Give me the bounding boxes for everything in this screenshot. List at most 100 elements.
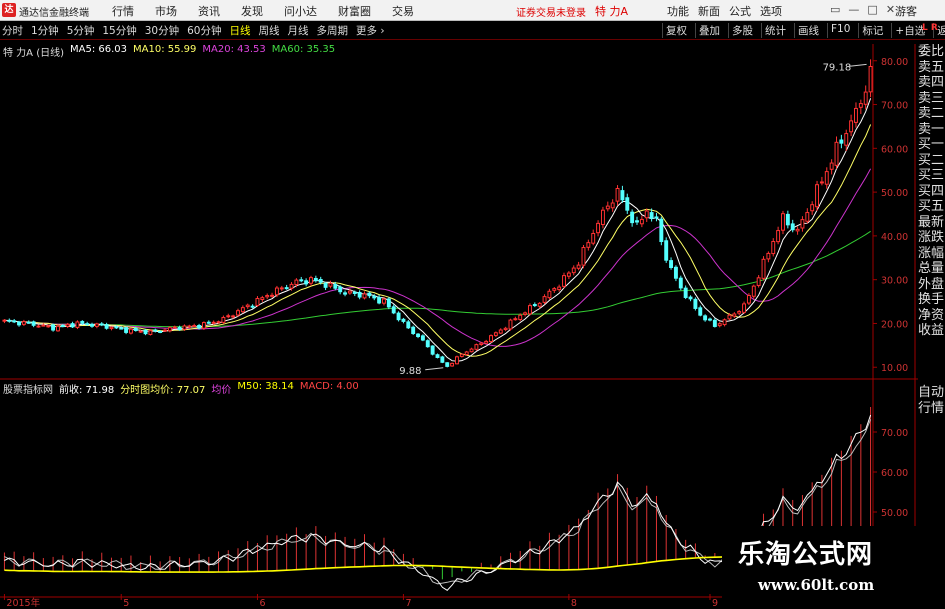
candle-body-83 [406,321,411,329]
candle-body-81 [396,312,401,321]
candle-body-65 [318,279,323,283]
candle-body-118 [576,264,581,269]
candle-body-69 [338,286,343,293]
annotation-arrow-1 [425,367,444,371]
candle-body-125 [610,202,615,209]
candle-body-59 [289,283,294,289]
candle-body-175 [854,107,858,123]
main-info-item-0: 特 力A (日线) [3,48,65,59]
candle-body-88 [430,345,435,355]
candle-body-100 [489,335,493,343]
candle-body-173 [844,133,849,146]
candle-body-26 [128,328,133,334]
candle-body-143 [698,307,703,316]
candle-body-17 [85,323,90,326]
candle-body-108 [527,305,532,315]
y-tick-label-3: 40.00 [881,232,908,243]
candle-body-162 [790,223,795,231]
candle-body-113 [552,288,557,291]
x-tick-label-4: 8 [571,598,577,609]
x-tick-label-0: 2015年 [6,597,40,609]
side-panel-item-3[interactable]: 卖三 [918,91,945,107]
candle-body-79 [386,298,391,308]
side-panel-item-17[interactable]: 净资 [918,308,945,324]
candle-body-126 [615,188,620,202]
candle-body-117 [571,267,576,274]
side-panel2-item-0[interactable]: 自动 [918,385,945,401]
candle-body-96 [469,348,474,353]
side-panel-item-7[interactable]: 买二 [918,153,945,169]
candle-body-0 [2,319,7,322]
sub-info-item-1: 前收: 71.98 [59,385,115,396]
candle-body-136 [664,240,669,261]
candle-body-77 [377,296,382,304]
candle-body-54 [265,295,270,298]
candle-body-112 [547,290,552,299]
candle-body-48 [236,310,240,316]
candle-body-31 [153,329,158,332]
y-tick-label-4: 50.00 [881,188,908,199]
candle-body-39 [192,325,197,328]
candle-body-84 [411,326,416,335]
candle-body-174 [849,120,854,133]
candle-body-131 [639,218,644,225]
side-panel-item-11[interactable]: 最新 [918,215,945,231]
candle-body-63 [309,277,313,284]
side-panel-item-18[interactable]: 收益 [918,323,945,339]
y-tick-label-7: 80.00 [881,57,908,68]
candle-body-153 [746,294,751,304]
candle-body-145 [708,318,712,321]
candle-body-135 [659,218,664,243]
side-panel-item-10[interactable]: 买五 [918,199,945,215]
side-panel-item-8[interactable]: 买三 [918,168,945,184]
candle-body-129 [630,211,635,224]
candle-body-177 [863,91,868,105]
side-panel-item-6[interactable]: 买一 [918,137,945,153]
candle-body-55 [270,294,275,297]
side-panel-item-0[interactable]: 委比 [918,44,945,60]
candle-body-147 [717,323,722,327]
candle-body-127 [620,190,625,201]
candle-body-75 [367,292,372,297]
candle-body-76 [372,295,377,299]
candle-body-158 [771,241,776,255]
candle-body-97 [474,344,479,350]
candle-body-86 [420,335,425,341]
candle-body-137 [669,260,674,268]
candle-body-43 [211,321,216,324]
watermark-url: www.60lt.com [758,576,875,594]
candle-body-148 [722,319,727,326]
side-panel-item-5[interactable]: 卖一 [918,122,945,138]
ma10-line [4,124,872,357]
side-panel-item-12[interactable]: 涨跌 [918,230,945,246]
side-panel-item-4[interactable]: 卖二 [918,106,945,122]
candle-body-156 [761,258,766,279]
sub-info-item-2: 分时图均价: 77.07 [120,385,206,396]
candle-body-92 [450,362,455,367]
kline-chart-svg[interactable]: 10.00 20.00 30.00 40.00 50.00 60.00 70.00 80.00… [0,0,945,609]
side-panel2-item-1[interactable]: 行情 [918,401,945,417]
ma20-line [4,168,872,347]
side-panel-item-1[interactable]: 卖五 [918,60,945,76]
candle-body-66 [323,282,328,288]
side-panel-item-13[interactable]: 涨幅 [918,246,945,262]
side-panel-item-16[interactable]: 换手 [918,292,945,308]
candle-body-36 [177,326,182,331]
side-panel-item-15[interactable]: 外盘 [918,277,945,293]
y-tick-label-0: 10.00 [881,363,908,374]
annotation-arrow-0 [848,63,867,67]
side-panel-item-2[interactable]: 卖四 [918,75,945,91]
candle-body-56 [274,287,279,296]
candle-body-95 [464,351,469,356]
candle-body-130 [635,220,639,223]
candle-body-107 [523,312,528,315]
sub-y-tick-label-1: 50.00 [881,508,908,519]
candle-body-16 [80,320,85,324]
side-panel-item-9[interactable]: 买四 [918,184,945,200]
candle-body-49 [240,307,245,313]
candle-body-72 [352,291,357,294]
candle-body-12 [60,324,65,327]
side-panel-item-14[interactable]: 总量 [918,261,945,277]
candle-body-164 [800,219,805,229]
candle-body-101 [493,332,498,336]
